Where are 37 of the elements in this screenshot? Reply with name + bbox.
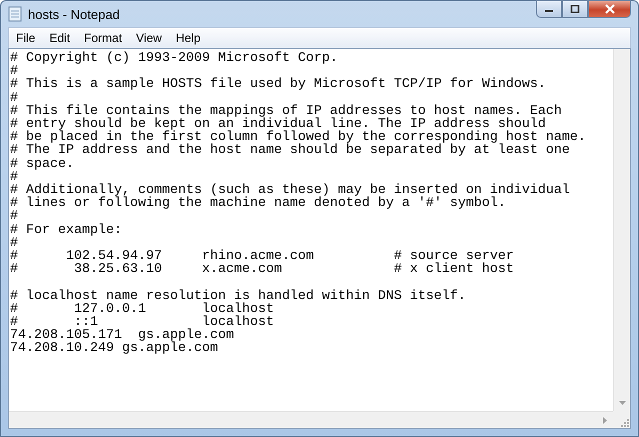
menu-item[interactable]: Format xyxy=(77,31,130,45)
minimize-button[interactable] xyxy=(536,0,562,18)
close-button[interactable] xyxy=(588,0,631,18)
text-line: # 127.0.0.1 localhost xyxy=(10,302,274,316)
menu-item[interactable]: File xyxy=(9,31,42,45)
notepad-icon xyxy=(8,6,22,22)
text-line: # lines or following the machine name denoted by a '#' symbol. xyxy=(10,197,506,210)
menu-item[interactable]: View xyxy=(129,31,169,45)
text-line: # xyxy=(10,92,18,105)
text-line: # ::1 localhost xyxy=(10,316,274,330)
text-line: 74.208.10.249 gs.apple.com xyxy=(10,342,218,356)
text-line: # Copyright (c) 1993-2009 Microsoft Corp. xyxy=(10,52,338,66)
text-line: # The IP address and the host name should be separated by at least one xyxy=(10,144,570,158)
text-line: # be placed in the first column followed by the corresponding host name. xyxy=(10,131,586,144)
maximize-button[interactable] xyxy=(562,0,588,18)
menu-item[interactable]: Edit xyxy=(42,31,78,45)
text-line: # 102.54.94.97 rhino.acme.com # source server xyxy=(10,250,514,264)
window-title: hosts - Notepad xyxy=(28,6,120,22)
text-line: # This file contains the mappings of IP addresses to host names. Each xyxy=(10,104,562,118)
maximize-icon xyxy=(570,5,580,13)
text-line: # Additionally, comments (such as these) may be inserted on individual xyxy=(10,184,570,198)
resize-grip-icon[interactable] xyxy=(620,418,630,428)
text-line: # localhost name resolution is handled within DNS itself. xyxy=(10,290,466,303)
menu-item[interactable]: Help xyxy=(168,31,208,45)
horizontal-scrollbar[interactable] xyxy=(9,411,613,428)
text-line: # xyxy=(10,236,18,250)
text-line: # 38.25.63.10 x.acme.com # x client host xyxy=(10,263,514,276)
text-line: # space. xyxy=(10,158,74,171)
text-line: # For example: xyxy=(10,224,122,237)
text-line: # xyxy=(10,170,18,184)
text-line: 74.208.105.171 gs.apple.com xyxy=(10,329,234,342)
text-line: # xyxy=(10,210,18,224)
text-line: # This is a sample HOSTS file used by Microsoft TCP/IP for Windows. xyxy=(10,78,546,92)
text-line: # xyxy=(10,65,18,78)
close-icon xyxy=(604,4,616,14)
text-line: # entry should be kept on an individual line. The IP address should xyxy=(10,118,546,132)
vertical-scrollbar[interactable] xyxy=(613,49,630,411)
